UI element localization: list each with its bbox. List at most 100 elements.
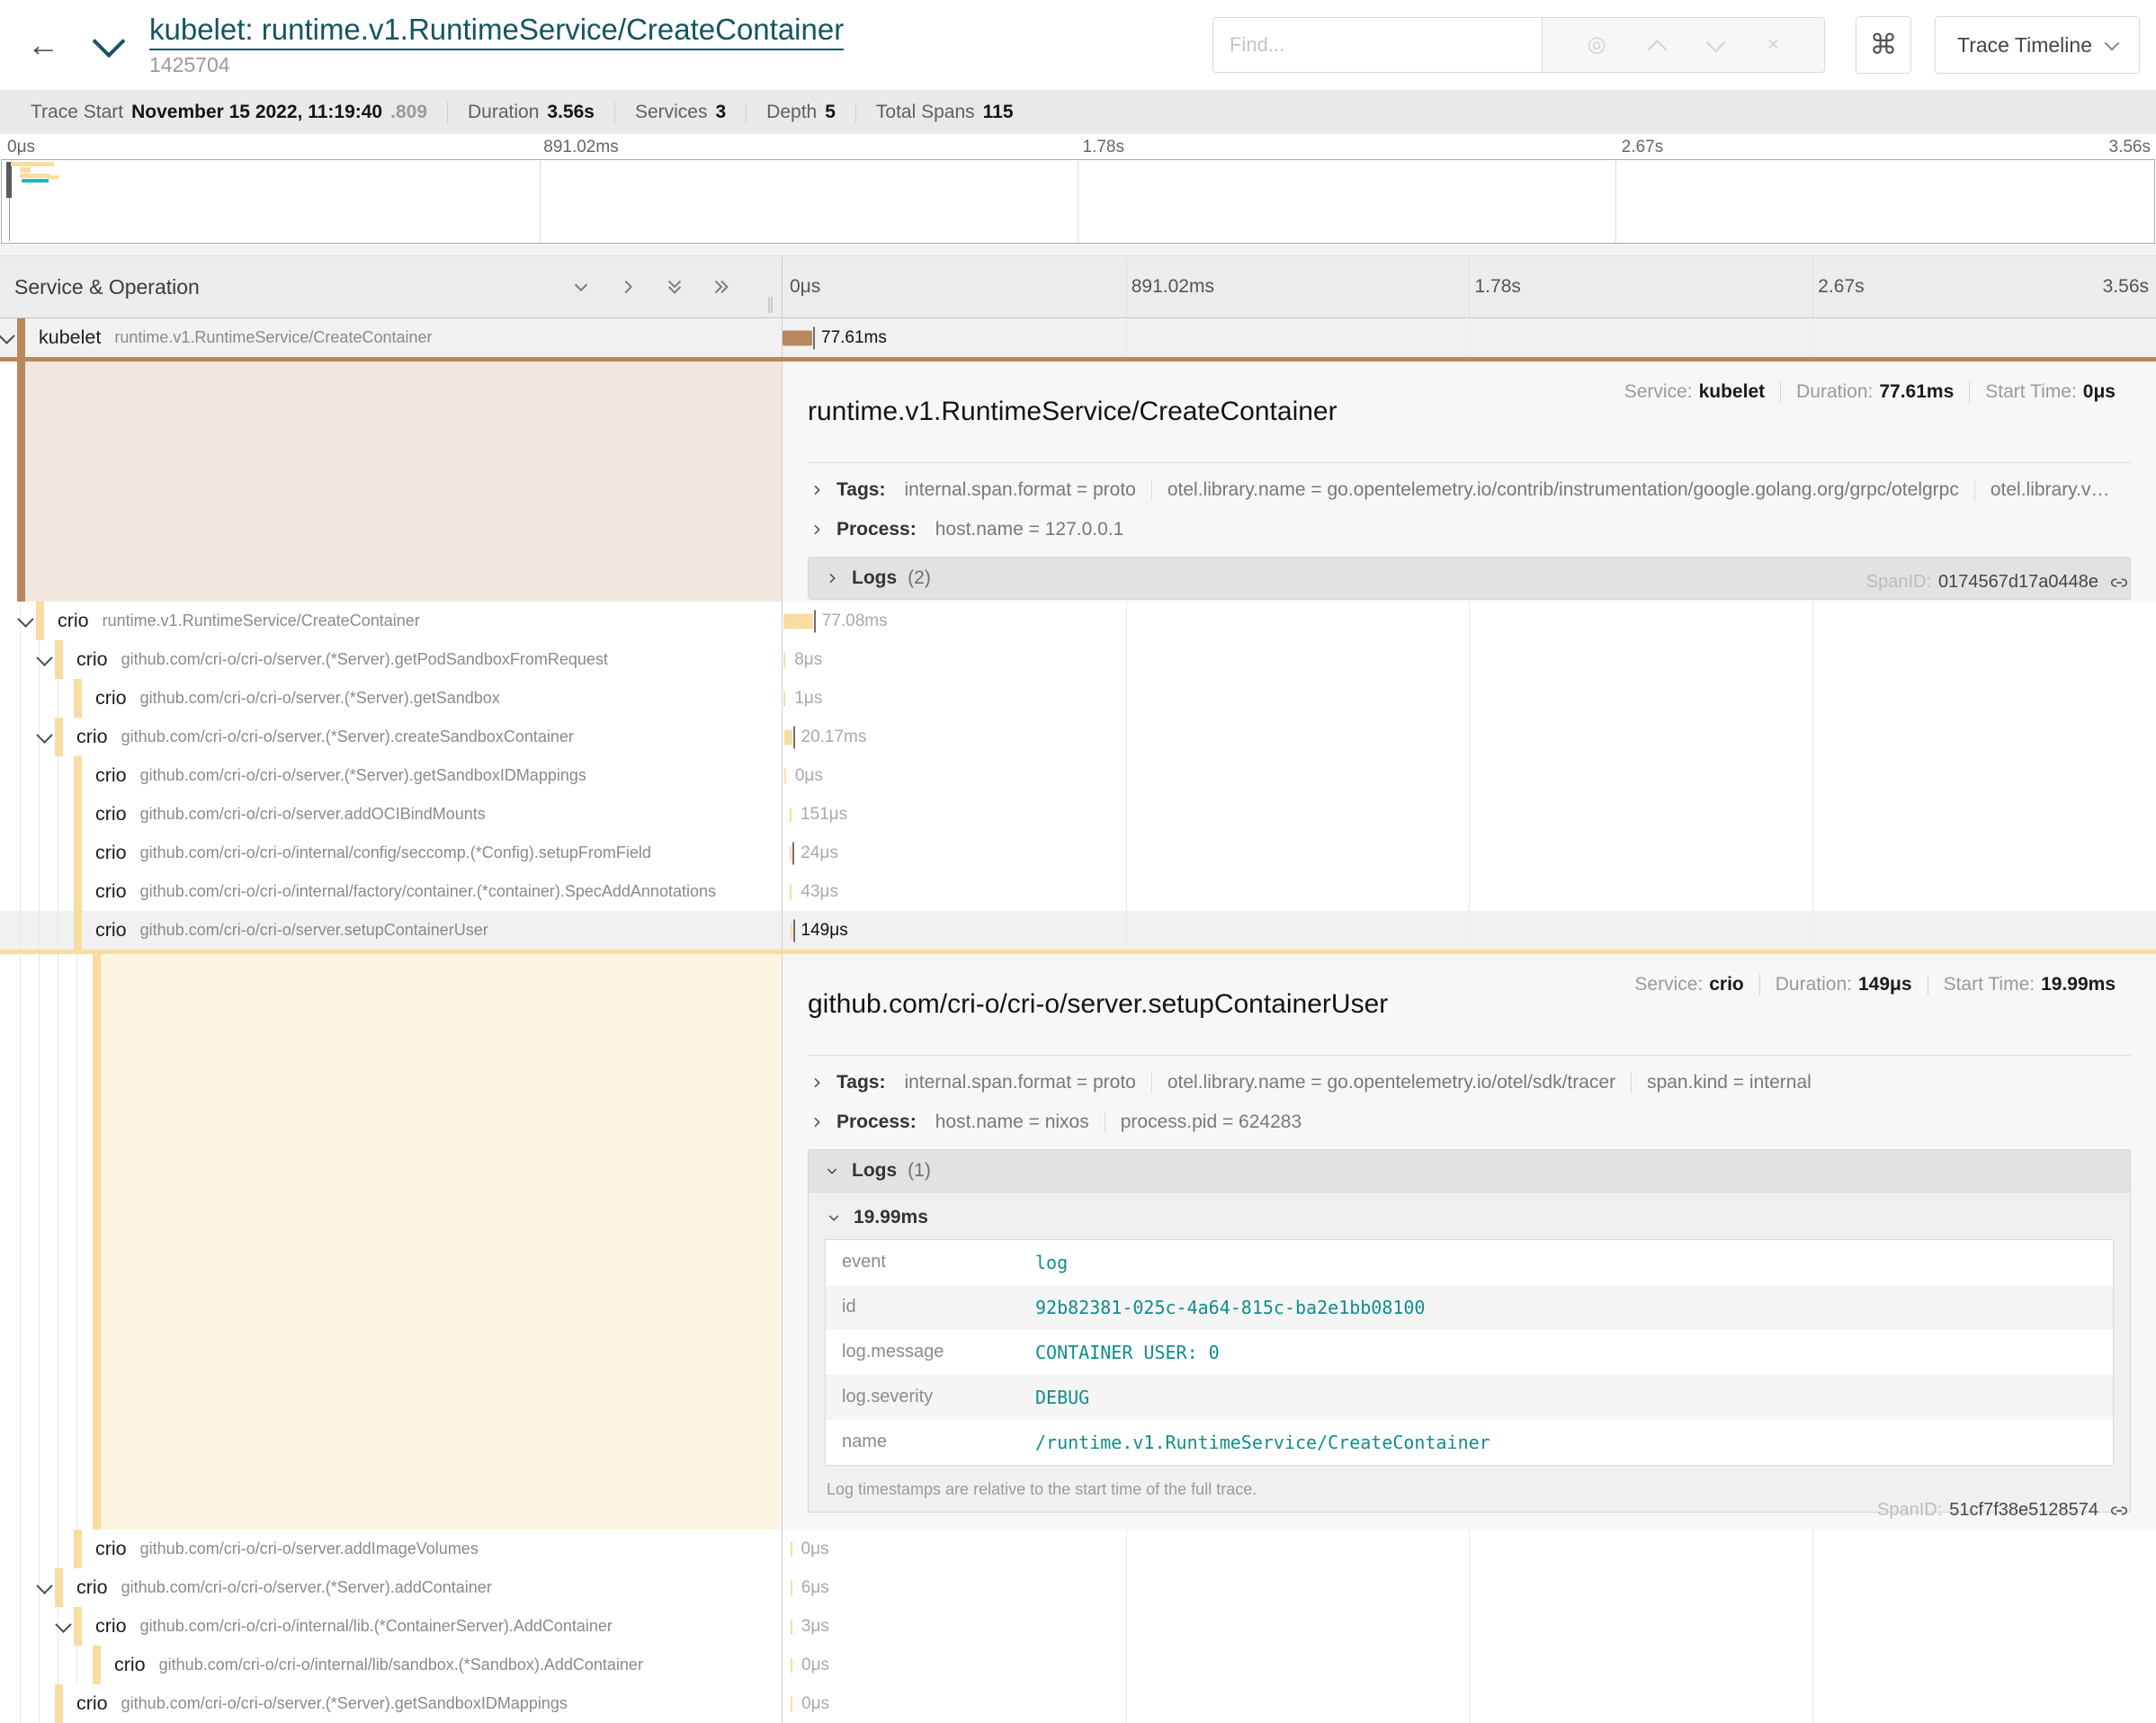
- span-row[interactable]: criogithub.com/cri-o/cri-o/internal/lib.…: [0, 1607, 2156, 1646]
- span-timeline-cell[interactable]: 77.08ms: [782, 602, 2156, 640]
- span-name-cell[interactable]: criogithub.com/cri-o/cri-o/server.(*Serv…: [0, 718, 782, 756]
- column-resizer-handle[interactable]: ∥: [766, 295, 776, 314]
- span-duration-bar[interactable]: [784, 768, 786, 783]
- span-timeline-cell[interactable]: 151μs: [782, 795, 2156, 834]
- deep-link-icon[interactable]: [2109, 1501, 2129, 1521]
- tags-accordion[interactable]: Tags:internal.span.format = protootel.li…: [808, 1063, 2131, 1103]
- trace-view-selector[interactable]: Trace Timeline: [1935, 16, 2140, 74]
- expand-all-double-chevron-right-icon[interactable]: [711, 277, 731, 297]
- find-placeholder: Find...: [1230, 33, 1284, 57]
- span-duration-bar[interactable]: [791, 1619, 792, 1634]
- span-row[interactable]: criogithub.com/cri-o/cri-o/server.addOCI…: [0, 795, 2156, 834]
- collapse-one-chevron-down-icon[interactable]: [571, 277, 591, 297]
- logs-accordion[interactable]: Logs(1): [808, 1149, 2131, 1192]
- span-row[interactable]: criogithub.com/cri-o/cri-o/server.(*Serv…: [0, 640, 2156, 679]
- span-name-cell[interactable]: crioruntime.v1.RuntimeService/CreateCont…: [0, 602, 782, 640]
- span-detail-header: runtime.v1.RuntimeService/CreateContaine…: [808, 374, 2131, 450]
- find-clear-close-icon[interactable]: ×: [1767, 34, 1779, 56]
- span-timeline-cell[interactable]: 149μs: [782, 911, 2156, 950]
- span-duration-bar[interactable]: [783, 613, 813, 629]
- span-row[interactable]: criogithub.com/cri-o/cri-o/server.(*Serv…: [0, 756, 2156, 795]
- span-name-cell[interactable]: kubeletruntime.v1.RuntimeService/CreateC…: [0, 318, 782, 357]
- span-duration-bar[interactable]: [784, 729, 792, 745]
- trace-title-link[interactable]: kubelet: runtime.v1.RuntimeService/Creat…: [149, 13, 844, 50]
- span-duration-bar[interactable]: [783, 330, 812, 345]
- span-timeline-cell[interactable]: 20.17ms: [782, 718, 2156, 756]
- span-duration-bar[interactable]: [790, 884, 792, 899]
- span-name-cell[interactable]: criogithub.com/cri-o/cri-o/internal/lib.…: [0, 1607, 782, 1646]
- chevron-right-icon: [810, 1115, 824, 1129]
- span-row[interactable]: kubeletruntime.v1.RuntimeService/CreateC…: [0, 318, 2156, 357]
- keyboard-shortcuts-button[interactable]: ⌘: [1856, 16, 1911, 74]
- span-timeline-cell[interactable]: 0μs: [782, 1684, 2156, 1723]
- log-fields-table: eventlogid92b82381-025c-4a64-815c-ba2e1b…: [825, 1239, 2114, 1466]
- span-row[interactable]: criogithub.com/cri-o/cri-o/server.addIma…: [0, 1530, 2156, 1568]
- deep-link-icon[interactable]: [2109, 573, 2129, 593]
- find-prev-chevron-up-icon[interactable]: [1648, 40, 1667, 58]
- find-input[interactable]: Find...: [1212, 17, 1543, 73]
- span-id-row: SpanID:51cf7f38e5128574: [1877, 1500, 2129, 1521]
- log-entry-toggle[interactable]: 19.99ms: [825, 1196, 2114, 1239]
- locate-span-icon[interactable]: ◎: [1588, 34, 1606, 56]
- span-color-band: [74, 679, 82, 718]
- span-duration-bar[interactable]: [791, 1657, 792, 1673]
- indent-guide: [20, 679, 21, 718]
- span-timeline-cell[interactable]: 1μs: [782, 679, 2156, 718]
- span-name-cell[interactable]: criogithub.com/cri-o/cri-o/internal/conf…: [0, 834, 782, 872]
- span-row[interactable]: criogithub.com/cri-o/cri-o/server.(*Serv…: [0, 679, 2156, 718]
- span-duration-bar[interactable]: [791, 923, 792, 938]
- span-operation-name: github.com/cri-o/cri-o/server.setupConta…: [140, 921, 488, 940]
- span-name-cell[interactable]: criogithub.com/cri-o/cri-o/internal/lib/…: [0, 1646, 782, 1684]
- span-name-cell[interactable]: criogithub.com/cri-o/cri-o/server.setupC…: [0, 911, 782, 950]
- selector-chevron-down-icon: [2105, 36, 2120, 51]
- span-row[interactable]: criogithub.com/cri-o/cri-o/internal/conf…: [0, 834, 2156, 872]
- span-duration-label: 8μs: [794, 650, 822, 670]
- span-timeline-cell[interactable]: 6μs: [782, 1568, 2156, 1607]
- span-duration-bar[interactable]: [791, 1696, 792, 1711]
- span-name-cell[interactable]: criogithub.com/cri-o/cri-o/server.(*Serv…: [0, 640, 782, 679]
- span-row[interactable]: crioruntime.v1.RuntimeService/CreateCont…: [0, 602, 2156, 640]
- span-name-cell[interactable]: criogithub.com/cri-o/cri-o/server.(*Serv…: [0, 1684, 782, 1723]
- span-row[interactable]: criogithub.com/cri-o/cri-o/internal/lib/…: [0, 1646, 2156, 1684]
- span-duration-label: 3μs: [801, 1617, 829, 1637]
- collapse-all-double-chevron-down-icon[interactable]: [665, 277, 684, 297]
- trace-minimap[interactable]: [1, 159, 2155, 244]
- log-field-value: 92b82381-025c-4a64-815c-ba2e1bb08100: [1035, 1297, 1425, 1318]
- span-timeline-cell[interactable]: 0μs: [782, 756, 2156, 795]
- span-name-cell[interactable]: criogithub.com/cri-o/cri-o/server.(*Serv…: [0, 756, 782, 795]
- span-timeline-cell[interactable]: 0μs: [782, 1646, 2156, 1684]
- span-timeline-cell[interactable]: 0μs: [782, 1530, 2156, 1568]
- process-accordion[interactable]: Process:host.name = 127.0.0.1: [808, 510, 2131, 549]
- span-duration-bar[interactable]: [783, 652, 785, 667]
- span-name-cell[interactable]: criogithub.com/cri-o/cri-o/server.addIma…: [0, 1530, 782, 1568]
- span-duration-bar[interactable]: [791, 1580, 792, 1595]
- detail-start-time-value: 0μs: [2083, 381, 2116, 402]
- span-timeline-cell[interactable]: 3μs: [782, 1607, 2156, 1646]
- span-row[interactable]: criogithub.com/cri-o/cri-o/server.(*Serv…: [0, 718, 2156, 756]
- span-duration-bar[interactable]: [790, 845, 792, 861]
- span-collapse-chevron-icon[interactable]: [0, 327, 15, 344]
- trace-title-chevron-down-icon[interactable]: [93, 25, 126, 58]
- span-row[interactable]: criogithub.com/cri-o/cri-o/internal/fact…: [0, 872, 2156, 911]
- tags-accordion[interactable]: Tags:internal.span.format = protootel.li…: [808, 470, 2131, 510]
- span-name-cell[interactable]: criogithub.com/cri-o/cri-o/server.addOCI…: [0, 795, 782, 834]
- span-timeline-cell[interactable]: 43μs: [782, 872, 2156, 911]
- span-timeline-cell[interactable]: 24μs: [782, 834, 2156, 872]
- span-duration-bar[interactable]: [791, 1541, 792, 1557]
- expand-one-chevron-right-icon[interactable]: [618, 277, 638, 297]
- span-row[interactable]: criogithub.com/cri-o/cri-o/server.(*Serv…: [0, 1684, 2156, 1723]
- span-row[interactable]: criogithub.com/cri-o/cri-o/server.setupC…: [0, 911, 2156, 950]
- span-timeline-cell[interactable]: 8μs: [782, 640, 2156, 679]
- span-timeline-cell[interactable]: 77.61ms: [782, 318, 2156, 357]
- span-row[interactable]: criogithub.com/cri-o/cri-o/server.(*Serv…: [0, 1568, 2156, 1607]
- find-next-chevron-down-icon[interactable]: [1706, 33, 1725, 52]
- span-duration-bar[interactable]: [790, 807, 792, 822]
- span-duration-bar[interactable]: [783, 691, 785, 706]
- span-name-cell[interactable]: criogithub.com/cri-o/cri-o/server.(*Serv…: [0, 1568, 782, 1607]
- span-name-cell[interactable]: criogithub.com/cri-o/cri-o/internal/fact…: [0, 872, 782, 911]
- minimap-scrubber-handle[interactable]: [6, 162, 12, 198]
- process-accordion[interactable]: Process:host.name = nixosprocess.pid = 6…: [808, 1103, 2131, 1142]
- back-button[interactable]: ←: [16, 26, 70, 64]
- span-name-cell[interactable]: criogithub.com/cri-o/cri-o/server.(*Serv…: [0, 679, 782, 718]
- detail-divider: [808, 462, 2131, 463]
